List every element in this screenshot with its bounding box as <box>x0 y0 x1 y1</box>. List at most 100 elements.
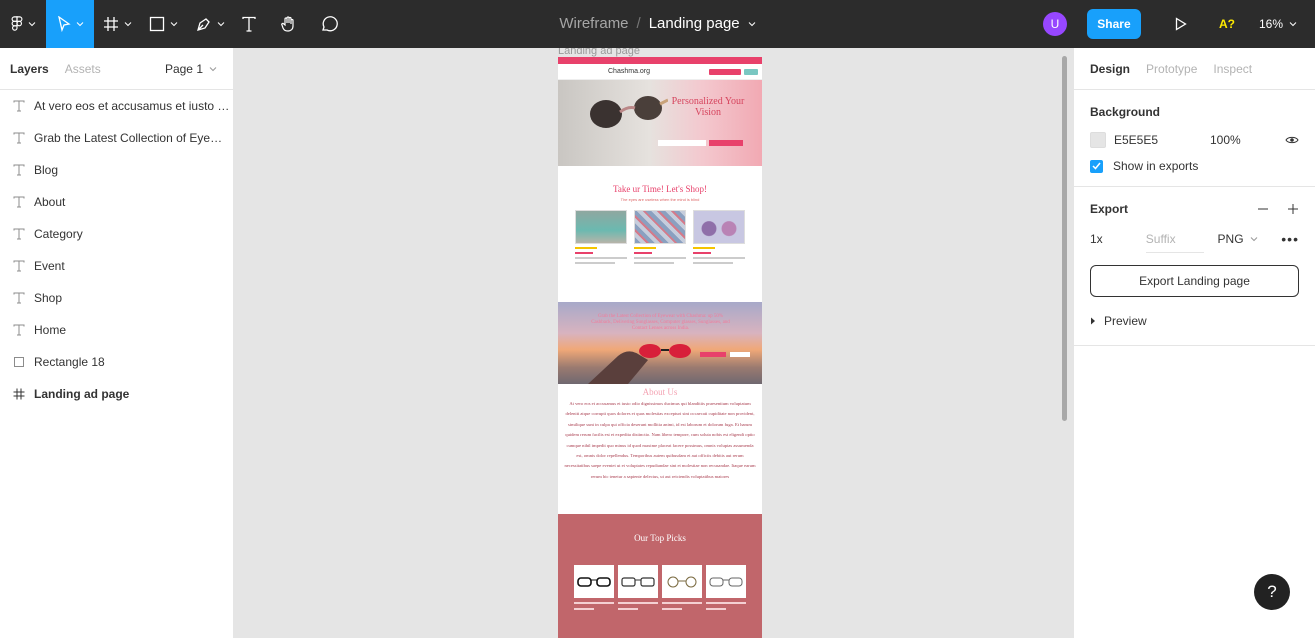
accessibility-button[interactable]: A? <box>1209 17 1245 31</box>
layer-item[interactable]: Category <box>0 218 233 250</box>
tab-inspect[interactable]: Inspect <box>1213 62 1252 76</box>
site-pick-text <box>618 608 638 610</box>
export-format-value: PNG <box>1217 232 1244 246</box>
site-logo: Chashma.org <box>608 68 651 75</box>
site-product-card <box>692 210 745 264</box>
background-section: Background E5E5E5 100% Show in exports <box>1074 90 1315 187</box>
site-product-card <box>633 210 686 264</box>
help-button[interactable]: ? <box>1254 574 1290 610</box>
layer-item[interactable]: At vero eos et accusamus et iusto odio d… <box>0 90 233 122</box>
chevron-down-icon <box>76 22 83 27</box>
eye-icon[interactable] <box>1285 135 1299 145</box>
site-pick-text <box>662 608 682 610</box>
pen-tool-button[interactable] <box>186 0 234 48</box>
tab-prototype[interactable]: Prototype <box>1146 62 1197 76</box>
text-tool-button[interactable] <box>234 0 264 48</box>
export-preview-toggle[interactable]: Preview <box>1090 297 1299 345</box>
export-format-select[interactable]: PNG <box>1218 232 1282 246</box>
show-in-exports-checkbox[interactable] <box>1090 159 1103 173</box>
minus-icon[interactable] <box>1257 203 1269 215</box>
move-tool-button[interactable] <box>46 0 94 48</box>
page-select-label: Page 1 <box>164 61 203 76</box>
canvas[interactable]: Landing ad page Chashma.org Personalized… <box>235 48 1073 638</box>
more-options-icon[interactable]: ••• <box>1281 231 1299 247</box>
layer-item[interactable]: Home <box>0 314 233 346</box>
site-hero-title: Personalized Your Vision <box>671 96 745 118</box>
export-suffix-input[interactable]: Suffix <box>1145 225 1204 253</box>
site-hero-form <box>658 140 743 146</box>
site-banner-button <box>700 352 726 357</box>
page-select[interactable]: Page 1 <box>165 62 223 76</box>
layer-name: Rectangle 18 <box>34 355 105 369</box>
site-product-text <box>692 262 733 264</box>
layer-item[interactable]: Shop <box>0 282 233 314</box>
chevron-down-icon <box>209 66 217 71</box>
site-pick-card <box>574 565 614 610</box>
site-about-section: About Us At vero eos et accusamus et ius… <box>558 384 762 514</box>
layer-item[interactable]: Rectangle 18 <box>0 346 233 378</box>
zoom-select[interactable]: 16% <box>1259 17 1297 31</box>
text-layer-icon <box>12 227 26 241</box>
background-fill-row: E5E5E5 100% <box>1090 130 1299 150</box>
landing-page-frame[interactable]: Chashma.org Personalized Your Vision Tak… <box>558 57 762 638</box>
layer-item[interactable]: Blog <box>0 154 233 186</box>
right-panel-tabs: Design Prototype Inspect <box>1074 48 1315 90</box>
text-layer-icon <box>12 323 26 337</box>
layer-name: Shop <box>34 291 63 305</box>
text-layer-icon <box>12 259 26 273</box>
site-product-name <box>692 252 711 254</box>
rectangle-layer-icon <box>12 355 26 369</box>
present-button[interactable] <box>1163 17 1199 31</box>
export-scale-select[interactable]: 1x <box>1090 232 1146 246</box>
tab-design[interactable]: Design <box>1090 62 1130 76</box>
shape-tool-button[interactable] <box>140 0 186 48</box>
chevron-down-icon <box>124 22 131 27</box>
site-product-cards <box>558 202 762 264</box>
site-top-bar <box>558 57 762 64</box>
share-button[interactable]: Share <box>1086 9 1141 39</box>
comment-tool-button[interactable] <box>314 0 344 48</box>
export-button[interactable]: Export Landing page <box>1090 265 1299 297</box>
file-name[interactable]: Landing page <box>649 0 740 48</box>
canvas-scrollbar[interactable] <box>1062 56 1067 421</box>
eyeglasses-image <box>574 565 614 598</box>
chevron-down-icon <box>170 22 177 27</box>
site-pick-text <box>662 602 702 604</box>
layer-name: About <box>34 195 66 209</box>
text-layer-icon <box>12 163 26 177</box>
plus-icon[interactable] <box>1287 203 1299 215</box>
site-pick-card <box>662 565 702 610</box>
tab-assets[interactable]: Assets <box>65 62 101 76</box>
show-in-exports-row: Show in exports <box>1090 154 1299 186</box>
main-menu-button[interactable] <box>0 0 46 48</box>
chevron-down-icon[interactable] <box>748 20 756 28</box>
layer-item[interactable]: About <box>0 186 233 218</box>
site-nav: Chashma.org <box>558 64 762 80</box>
site-banner-text: Grab the Latest Collection of Eyewear wi… <box>591 314 730 331</box>
hand-tool-button[interactable] <box>264 0 314 48</box>
site-shop-section: Take ur Time! Let's Shop! The eyes are u… <box>558 166 762 302</box>
layer-item[interactable]: Event <box>0 250 233 282</box>
layer-item[interactable]: Grab the Latest Collection of Eyewear wi… <box>0 122 233 154</box>
site-product-text <box>633 257 686 259</box>
project-name[interactable]: Wireframe <box>559 0 628 48</box>
frame-label[interactable]: Landing ad page <box>558 48 640 57</box>
zoom-value: 16% <box>1258 17 1283 31</box>
site-login-button <box>709 68 741 75</box>
site-about-body: At vero eos et accusamus et iusto odio d… <box>564 401 756 479</box>
site-product-text <box>692 257 745 259</box>
background-opacity-input[interactable]: 100% <box>1210 133 1285 147</box>
play-icon <box>1175 17 1187 31</box>
site-product-card <box>575 210 628 264</box>
layer-item-frame[interactable]: Landing ad page <box>0 378 233 410</box>
tab-layers[interactable]: Layers <box>10 62 49 76</box>
export-section: Export 1x Suffix PNG ••• Export Landing … <box>1074 187 1315 346</box>
background-color-swatch[interactable] <box>1090 132 1106 148</box>
breadcrumb-separator: / <box>636 15 641 32</box>
avatar[interactable]: U <box>1042 12 1067 36</box>
layer-name: Event <box>34 259 65 273</box>
frame-tool-button[interactable] <box>94 0 140 48</box>
toolbar: Wireframe / Landing page U Share A? 16% <box>0 0 1315 48</box>
background-hex-input[interactable]: E5E5E5 <box>1114 133 1210 147</box>
layer-name: Category <box>34 227 83 241</box>
